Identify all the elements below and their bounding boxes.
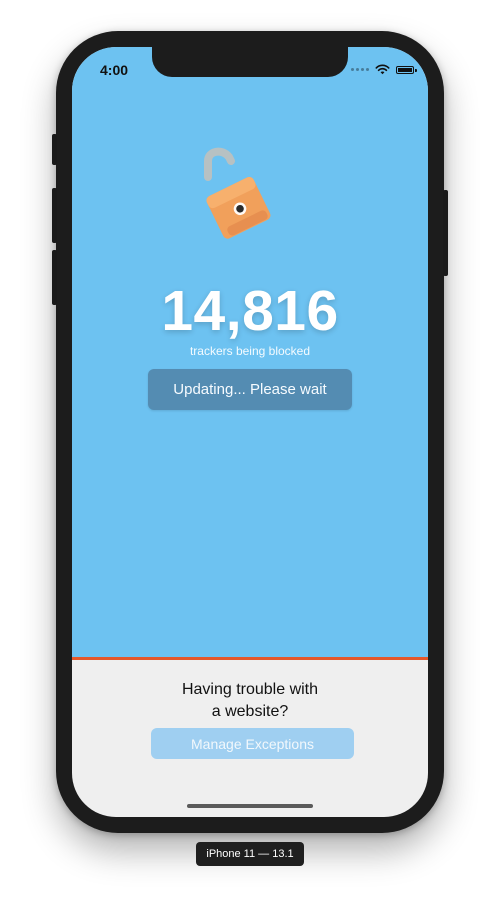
silent-switch [52, 134, 57, 165]
power-button [443, 190, 448, 276]
wifi-icon [375, 64, 390, 75]
help-message-line-2: a website? [211, 703, 289, 720]
updating-button[interactable]: Updating... Please wait [148, 369, 352, 410]
signal-dots-icon [351, 68, 369, 71]
status-divider [72, 657, 428, 660]
home-indicator[interactable] [187, 804, 313, 808]
volume-down-button [52, 250, 57, 305]
device-notch [152, 47, 348, 77]
tracker-count-label: trackers being blocked [189, 344, 311, 358]
help-message: Having trouble with a website? [72, 679, 428, 723]
status-time: 4:00 [100, 62, 129, 78]
device-label: iPhone 11 — 13.1 [196, 842, 304, 866]
battery-icon [396, 65, 417, 74]
help-message-line-1: Having trouble with [181, 681, 319, 698]
status-icons [351, 64, 417, 75]
volume-up-button [52, 188, 57, 243]
manage-exceptions-button[interactable]: Manage Exceptions [151, 728, 354, 759]
unlocked-padlock-icon [192, 147, 282, 247]
tracker-count: 14,816 [161, 279, 339, 343]
phone-screen: 4:00 14,816 trackers being blocked Updat… [72, 47, 428, 817]
